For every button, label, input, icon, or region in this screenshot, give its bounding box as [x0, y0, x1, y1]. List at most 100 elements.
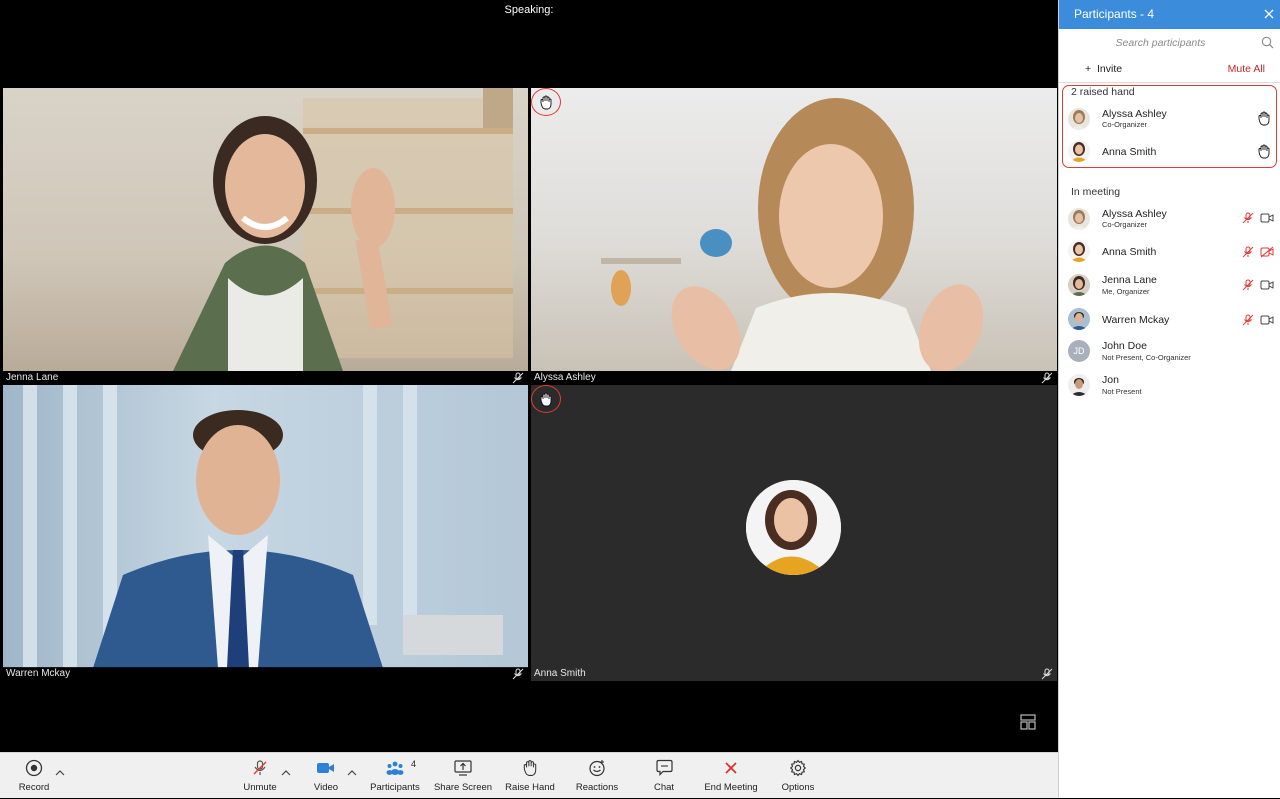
- participant-list-item[interactable]: Jenna Lane Me, Organizer: [1059, 270, 1280, 304]
- participant-list-item[interactable]: Anna Smith: [1059, 236, 1280, 270]
- gear-icon: [789, 759, 807, 777]
- participants-count-badge: 4: [411, 759, 417, 769]
- video-feed: [531, 88, 1057, 372]
- panel-actions: + Invite Mute All: [1059, 56, 1280, 83]
- video-stage: Speaking: Jenna Lane Alyssa Ashley Warre…: [0, 0, 1058, 752]
- reactions-button[interactable]: Reactions: [574, 753, 620, 799]
- avatar: [1068, 140, 1090, 162]
- meeting-toolbar: Record Unmute Video Participants 4 Share…: [0, 752, 1058, 798]
- video-options-chevron-icon[interactable]: [347, 769, 357, 777]
- mic-muted-icon: [253, 760, 267, 775]
- avatar: [1068, 108, 1090, 130]
- tile-name-label: Alyssa Ashley: [531, 371, 1057, 385]
- panel-title: Participants - 4: [1074, 7, 1155, 21]
- chat-label: Chat: [653, 782, 675, 793]
- unmute-label: Unmute: [243, 782, 277, 793]
- share-screen-label: Share Screen: [433, 782, 493, 793]
- video-tile-warren-mckay[interactable]: Warren Mckay: [3, 385, 528, 681]
- avatar: [1068, 208, 1090, 230]
- video-camera-icon: [1260, 213, 1274, 223]
- hand-icon: [1258, 144, 1270, 159]
- layout-toggle-icon[interactable]: [1020, 714, 1036, 730]
- speaking-indicator: Speaking:: [504, 4, 554, 16]
- participant-role: Co-Organizer: [1102, 120, 1148, 129]
- search-bar: [1059, 29, 1280, 56]
- participant-name: Anna Smith: [1102, 246, 1157, 258]
- video-feed: [3, 88, 528, 371]
- video-tile-alyssa-ashley[interactable]: Alyssa Ashley: [531, 88, 1057, 385]
- in-meeting-title: In meeting: [1071, 186, 1121, 198]
- mic-muted-icon: [1242, 246, 1254, 258]
- smiley-icon: [589, 760, 605, 777]
- raised-list-item[interactable]: Alyssa Ashley Co-Organizer: [1059, 102, 1280, 136]
- share-screen-button[interactable]: Share Screen: [434, 753, 492, 799]
- chat-button[interactable]: Chat: [648, 753, 680, 799]
- record-options-chevron-icon[interactable]: [55, 769, 65, 777]
- participants-icon: [386, 761, 404, 775]
- chat-icon: [655, 759, 673, 776]
- participants-panel: Participants - 4 + Invite Mute All 2 rai…: [1058, 0, 1280, 798]
- participant-name: John Doe: [1102, 340, 1147, 352]
- participant-name: Jenna Lane: [1102, 274, 1157, 286]
- participant-name: Warren Mckay: [1102, 314, 1170, 326]
- avatar: [1068, 308, 1090, 330]
- options-label: Options: [781, 782, 815, 793]
- record-button[interactable]: Record: [14, 753, 54, 799]
- tile-name-label: Anna Smith: [534, 668, 586, 679]
- participants-label: Participants: [370, 782, 420, 793]
- close-icon[interactable]: [1263, 8, 1275, 20]
- participant-list-item[interactable]: Jon Not Present: [1059, 370, 1280, 404]
- invite-button[interactable]: + Invite: [1085, 63, 1122, 75]
- hand-icon: [523, 760, 537, 776]
- tile-name-label: Warren Mckay: [3, 667, 528, 681]
- video-off-icon: [1260, 246, 1274, 258]
- participant-list-item[interactable]: Warren Mckay: [1059, 304, 1280, 338]
- avatar: JD: [1068, 340, 1090, 362]
- unmute-button[interactable]: Unmute: [240, 753, 280, 799]
- video-tile-jenna-lane[interactable]: Jenna Lane: [3, 88, 528, 385]
- participant-name: Anna Smith: [1102, 146, 1157, 158]
- mic-muted-icon: [512, 668, 524, 680]
- video-camera-icon: [317, 763, 334, 773]
- hand-icon: [540, 392, 552, 406]
- raised-hand-indicator: [531, 88, 561, 116]
- avatar: [1068, 240, 1090, 262]
- end-meeting-button[interactable]: End Meeting: [701, 753, 761, 799]
- reactions-label: Reactions: [575, 782, 619, 793]
- video-tile-anna-smith[interactable]: Anna Smith: [531, 385, 1057, 681]
- end-meeting-label: End Meeting: [704, 782, 758, 793]
- mute-all-button[interactable]: Mute All: [1228, 63, 1265, 75]
- mic-muted-icon: [1242, 279, 1254, 291]
- video-button[interactable]: Video: [308, 753, 344, 799]
- options-button[interactable]: Options: [778, 753, 818, 799]
- participant-name: Alyssa Ashley: [1102, 208, 1167, 220]
- participant-role: Co-Organizer: [1102, 220, 1148, 229]
- audio-options-chevron-icon[interactable]: [281, 769, 291, 777]
- search-icon[interactable]: [1261, 36, 1274, 49]
- close-icon: [725, 762, 737, 774]
- raised-hand-indicator: [531, 385, 561, 413]
- avatar: [1068, 374, 1090, 396]
- raise-hand-button[interactable]: Raise Hand: [505, 753, 555, 799]
- hand-icon: [540, 95, 552, 109]
- share-screen-icon: [454, 760, 472, 776]
- record-icon: [25, 759, 43, 777]
- panel-header: Participants - 4: [1059, 0, 1280, 29]
- participant-list-item[interactable]: JD John Doe Not Present, Co-Organizer: [1059, 336, 1280, 370]
- participant-name: Alyssa Ashley: [1102, 108, 1167, 120]
- avatar: [746, 480, 841, 575]
- raised-list-item[interactable]: Anna Smith: [1059, 136, 1280, 170]
- video-label: Video: [313, 782, 339, 793]
- video-feed: [3, 385, 528, 668]
- tile-name-label: Jenna Lane: [3, 371, 528, 385]
- raise-hand-label: Raise Hand: [505, 782, 555, 793]
- participant-name: Jon: [1102, 374, 1119, 386]
- hand-icon: [1258, 111, 1270, 126]
- avatar: [1068, 274, 1090, 296]
- participant-role: Me, Organizer: [1102, 287, 1150, 296]
- search-input[interactable]: [1059, 29, 1280, 56]
- raised-hand-title: 2 raised hand: [1071, 86, 1135, 98]
- participant-list-item[interactable]: Alyssa Ashley Co-Organizer: [1059, 202, 1280, 236]
- invite-label: Invite: [1096, 63, 1123, 75]
- mic-muted-icon: [512, 372, 524, 384]
